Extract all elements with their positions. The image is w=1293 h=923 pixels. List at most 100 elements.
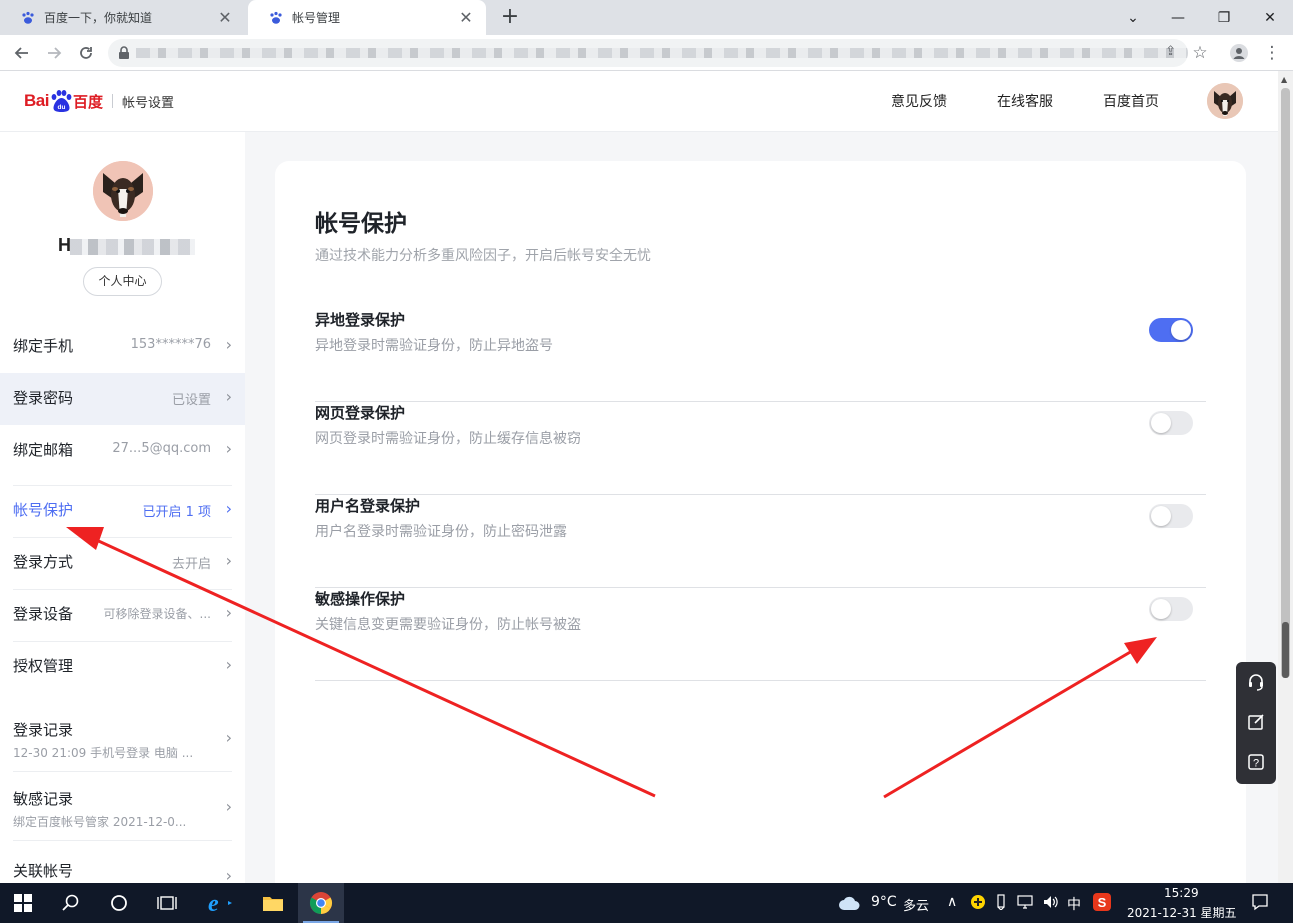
browser-tab-strip: 百度一下，你就知道 ✕ 帐号管理 ✕ + ⌄ — ❐ ✕: [0, 0, 1293, 35]
input-method-indicator[interactable]: 中: [1067, 894, 1081, 914]
chevron-right-icon: ›: [225, 728, 232, 747]
remote-login-toggle[interactable]: [1149, 318, 1193, 342]
page-scrollbar[interactable]: ▲: [1278, 71, 1293, 883]
chevron-right-icon: ›: [225, 387, 232, 406]
bookmark-star-icon[interactable]: ☆: [1186, 39, 1214, 67]
sogou-ime-icon[interactable]: S: [1093, 893, 1111, 915]
search-icon[interactable]: [48, 883, 94, 923]
baidu-logo[interactable]: Bai du 百度 帐号设置: [24, 89, 174, 113]
divider: [13, 840, 232, 841]
chevron-right-icon: ›: [225, 499, 232, 518]
sidebar-item-bind-phone[interactable]: 绑定手机 153******76 ›: [0, 321, 245, 373]
protection-row-remote-login: 异地登录保护 异地登录时需验证身份，防止异地盗号: [315, 309, 1206, 402]
sidebar-item-value: 去开启: [171, 557, 211, 572]
close-tab-icon[interactable]: ✕: [454, 8, 478, 27]
chrome-icon[interactable]: [298, 883, 344, 923]
sidebar-item-linked-accounts[interactable]: 关联帐号 ›: [0, 846, 245, 883]
share-icon[interactable]: ⇪: [1165, 44, 1176, 59]
clock-time: 15:29: [1164, 886, 1199, 900]
task-view-icon[interactable]: [144, 883, 190, 923]
sidebar-item-login-password[interactable]: 登录密码 已设置 ›: [0, 373, 245, 425]
username-mask: [70, 239, 195, 255]
protection-row-web-login: 网页登录保护 网页登录时需验证身份，防止缓存信息被窃: [315, 402, 1206, 495]
nav-feedback-link[interactable]: 意见反馈: [891, 91, 947, 111]
baidu-paw-logo-icon: du: [50, 89, 72, 113]
browser-tab-baidu-home[interactable]: 百度一下，你就知道 ✕: [0, 0, 245, 35]
tab-search-icon[interactable]: ⌄: [1110, 0, 1156, 35]
tray-overflow-chevron-icon[interactable]: ∧: [947, 894, 957, 910]
forward-arrow-icon[interactable]: [40, 39, 68, 67]
cortana-icon[interactable]: [96, 883, 142, 923]
protection-title: 网页登录保护: [315, 404, 406, 422]
username-blurred: H: [58, 235, 198, 256]
username-login-toggle[interactable]: [1149, 504, 1193, 528]
svg-text:e: e: [208, 891, 219, 915]
protection-row-username-login: 用户名登录保护 用户名登录时需验证身份，防止密码泄露: [315, 495, 1206, 588]
sidebar-item-label: 登录密码: [13, 389, 74, 407]
sidebar-item-label: 登录方式: [13, 553, 74, 571]
personal-center-button[interactable]: 个人中心: [83, 267, 162, 296]
header-avatar[interactable]: [1207, 83, 1243, 119]
close-window-icon[interactable]: ✕: [1247, 0, 1293, 35]
minimize-icon[interactable]: —: [1155, 0, 1201, 35]
web-login-toggle[interactable]: [1149, 411, 1193, 435]
cloud-weather-icon[interactable]: [833, 883, 867, 923]
logo-divider: [111, 94, 113, 108]
sidebar-item-subtext: 12-30 21:09 手机号登录 电脑 ...: [13, 746, 194, 760]
site-header: Bai du 百度 帐号设置 意见反馈 在线客服 百度首页: [0, 71, 1278, 132]
sidebar-item-bind-email[interactable]: 绑定邮箱 27...5@qq.com ›: [0, 425, 245, 477]
scroll-up-arrow-icon[interactable]: ▲: [1281, 75, 1287, 84]
back-arrow-icon[interactable]: [8, 39, 36, 67]
headset-icon[interactable]: [1244, 670, 1268, 694]
sidebar-item-account-protection[interactable]: 帐号保护 已开启 1 项 ›: [0, 485, 245, 537]
internet-explorer-icon[interactable]: e: [196, 883, 242, 923]
nav-online-service-link[interactable]: 在线客服: [997, 91, 1053, 111]
tray-app-icon[interactable]: [970, 894, 986, 914]
sensitive-operation-toggle[interactable]: [1149, 597, 1193, 621]
page-title: 帐号保护: [315, 211, 407, 237]
notification-center-icon[interactable]: [1251, 893, 1269, 915]
sidebar-item-authorization[interactable]: 授权管理 ›: [0, 641, 245, 693]
sidebar-item-login-method[interactable]: 登录方式 去开启 ›: [0, 537, 245, 589]
sidebar-item-label: 绑定邮箱: [13, 441, 74, 459]
clock-date: 2021-12-31 星期五: [1127, 906, 1237, 920]
restore-icon[interactable]: ❐: [1201, 0, 1247, 35]
sidebar-item-value: 可移除登录设备、...: [103, 607, 211, 621]
protection-title: 敏感操作保护: [315, 590, 406, 608]
sidebar-item-value: 153******76: [130, 337, 211, 352]
browser-tab-account-management[interactable]: 帐号管理 ✕: [248, 0, 486, 35]
menu-kebab-icon[interactable]: ⋮: [1258, 39, 1286, 67]
help-question-icon[interactable]: ?: [1244, 750, 1268, 774]
close-tab-icon[interactable]: ✕: [213, 8, 237, 27]
nav-baidu-home-link[interactable]: 百度首页: [1103, 91, 1159, 111]
sidebar-item-label: 登录设备: [13, 605, 74, 623]
divider: [13, 771, 232, 772]
user-avatar[interactable]: [93, 161, 153, 221]
volume-icon[interactable]: [1042, 894, 1060, 914]
network-icon[interactable]: [1017, 894, 1033, 914]
baidu-paw-icon: [20, 10, 36, 26]
sidebar-item-login-records[interactable]: 登录记录 12-30 21:09 手机号登录 电脑 ... ›: [0, 708, 245, 770]
tray-pen-icon[interactable]: [995, 894, 1007, 914]
new-tab-button[interactable]: +: [498, 5, 522, 29]
page-description: 通过技术能力分析多重风险因子，开启后帐号安全无忧: [315, 248, 651, 264]
address-toolbar: ⇪ ☆ ⋮: [0, 35, 1293, 71]
protection-row-sensitive-operation: 敏感操作保护 关键信息变更需要验证身份，防止帐号被盗: [315, 588, 1206, 681]
svg-text:?: ?: [1253, 758, 1259, 770]
scrollbar-thumb[interactable]: [1281, 88, 1290, 678]
sidebar-item-login-devices[interactable]: 登录设备 可移除登录设备、... ›: [0, 589, 245, 641]
file-explorer-icon[interactable]: [250, 883, 296, 923]
toggle-knob: [1151, 599, 1171, 619]
sidebar-item-sensitive-records[interactable]: 敏感记录 绑定百度帐号管家 2021-12-0... ›: [0, 777, 245, 839]
sidebar-item-label: 关联帐号: [13, 862, 74, 880]
edit-feedback-icon[interactable]: [1244, 710, 1268, 734]
reload-icon[interactable]: [72, 39, 100, 67]
svg-text:du: du: [57, 104, 65, 111]
windows-start-icon[interactable]: [0, 883, 46, 923]
url-input[interactable]: ⇪: [108, 39, 1188, 67]
profile-icon[interactable]: [1225, 39, 1253, 67]
floating-toolbar: ?: [1236, 662, 1276, 784]
baidu-paw-icon: [268, 10, 284, 26]
logo-subtitle: 帐号设置: [121, 95, 174, 111]
protection-description: 网页登录时需验证身份，防止缓存信息被窃: [315, 431, 581, 447]
